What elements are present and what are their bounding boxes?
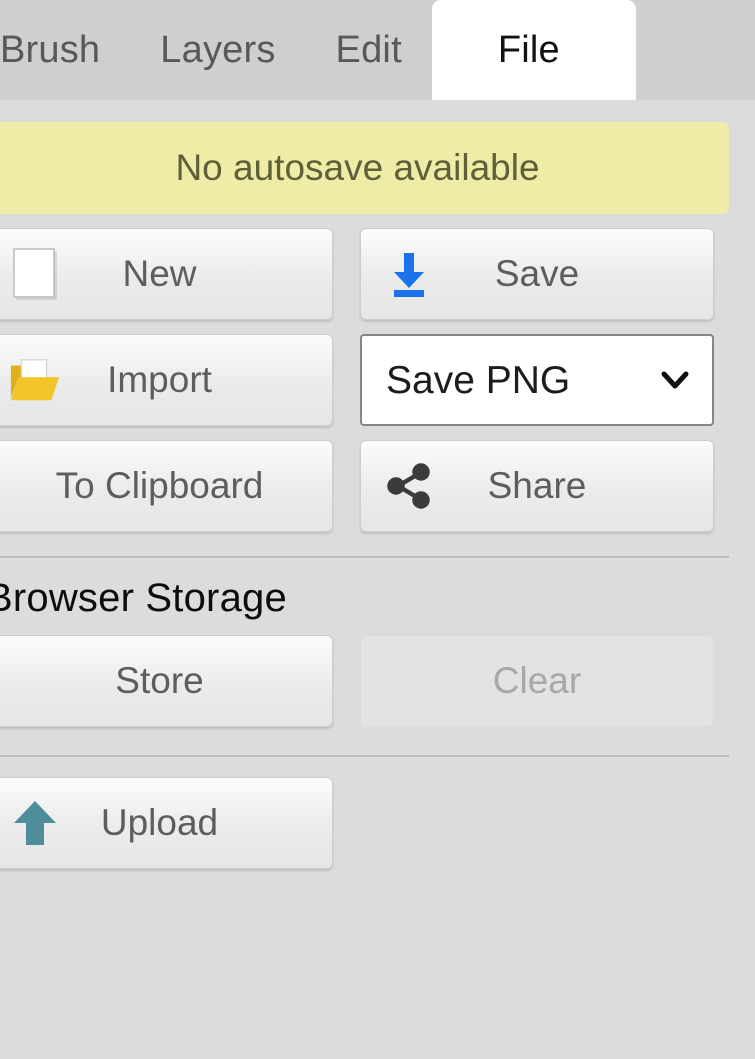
import-button-label: Import <box>107 359 212 400</box>
store-button[interactable]: Store <box>0 635 333 727</box>
file-panel: No autosave available New Save Import Sa… <box>0 122 755 1059</box>
tab-file-label: File <box>497 28 560 71</box>
save-format-select[interactable]: Save PNG <box>360 334 714 426</box>
to-clipboard-button-label: To Clipboard <box>55 465 264 506</box>
row-clipboard-share: To Clipboard Share <box>0 440 755 532</box>
upload-button[interactable]: Upload <box>0 777 333 869</box>
row-import-format: Import Save PNG <box>0 334 755 426</box>
save-format-select-wrapper: Save PNG <box>360 334 714 426</box>
tab-file[interactable]: File <box>431 0 636 100</box>
clear-button[interactable]: Clear <box>360 635 714 727</box>
browser-storage-title: Browser Storage <box>0 576 287 620</box>
row-store-clear: Store Clear <box>0 635 755 727</box>
row-new-save: New Save <box>0 228 755 320</box>
autosave-notice: No autosave available <box>0 122 729 214</box>
upload-row-spacer <box>360 777 740 869</box>
divider-upload <box>0 755 729 757</box>
new-button-label: New <box>122 253 197 294</box>
import-button[interactable]: Import <box>0 334 333 426</box>
new-button[interactable]: New <box>0 228 333 320</box>
tab-brush-label: Brush <box>0 28 101 71</box>
share-nodes-icon <box>383 460 435 512</box>
tab-layers[interactable]: Layers <box>130 0 306 100</box>
tab-bar: Brush Layers Edit File <box>0 0 755 100</box>
row-upload: Upload <box>0 777 755 869</box>
download-icon <box>383 248 435 300</box>
share-button[interactable]: Share <box>360 440 714 532</box>
tab-brush[interactable]: Brush <box>0 0 131 100</box>
save-button-label: Save <box>494 253 580 294</box>
clear-button-label: Clear <box>492 660 582 701</box>
open-folder-icon <box>9 354 61 406</box>
divider-storage <box>0 556 729 558</box>
share-button-label: Share <box>487 465 587 506</box>
blank-page-icon <box>9 248 61 300</box>
autosave-notice-text: No autosave available <box>175 147 540 188</box>
tab-layers-label: Layers <box>160 28 276 71</box>
upload-button-label: Upload <box>100 802 219 843</box>
upload-arrow-icon <box>9 797 61 849</box>
tab-edit-label: Edit <box>335 28 402 71</box>
store-button-label: Store <box>115 660 204 701</box>
tab-edit[interactable]: Edit <box>305 0 432 100</box>
save-button[interactable]: Save <box>360 228 714 320</box>
to-clipboard-button[interactable]: To Clipboard <box>0 440 333 532</box>
